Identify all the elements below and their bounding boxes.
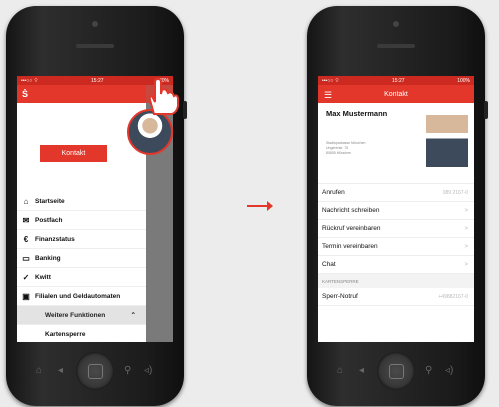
menu-item-label: Kwitt [35,273,51,281]
row-nachricht-schreiben[interactable]: Nachricht schreiben > [318,202,474,220]
chevron-right-icon: > [464,243,468,250]
row-rueckruf-vereinbaren[interactable]: Rückruf vereinbaren > [318,220,474,238]
row-anrufen[interactable]: Anrufen 089 2167-0 [318,184,474,202]
side-menu: Kontakt ⌂ Startseite ✉ Postfach € Finanzsta… [17,103,146,342]
page-title: Kontakt [384,90,408,98]
atm-icon: ▣ [22,291,30,301]
advisor-name: Max Mustermann [326,109,388,118]
device-nav-bar: ⌂ ◂ ⚲ ◃) [6,352,184,390]
chevron-right-icon: > [464,261,468,268]
sparkasse-logo-icon: Ṡ [22,89,29,99]
search-nav-icon: ⚲ [425,365,433,376]
kontakt-button[interactable]: Kontakt [40,145,107,162]
menu-list: ⌂ Startseite ✉ Postfach € Finanzstatus ▭ Ban… [17,192,146,342]
row-value: +49882167-0 [438,293,468,300]
chevron-up-icon: ⌃ [130,312,136,319]
volume-button [183,101,187,119]
carrier-text: •••○○ ⌔ [21,77,39,84]
menu-item-label: Kartensperre [45,330,86,338]
volume-nav-icon: ◃) [445,365,454,376]
chevron-right-icon: > [464,225,468,232]
row-label: Rückruf vereinbaren [322,225,381,232]
speaker-grille [76,44,114,48]
mail-icon: ✉ [22,215,30,225]
menu-item-kwitt[interactable]: ✓ Kwitt [17,268,146,287]
menu-item-label: Startseite [35,197,65,205]
menu-item-banking[interactable]: ▭ Banking [17,249,146,268]
app-header: ☰ Kontakt [318,85,474,103]
menu-item-weitere-funktionen[interactable]: Weitere Funktionen ⌃ [17,306,146,325]
row-label: Chat [322,261,336,268]
row-label: Nachricht schreiben [322,207,380,214]
camera-icon [92,21,98,27]
menu-item-label: Weitere Funktionen [45,311,106,319]
advisor-card: Max Mustermann Stadtsparkasse München Un… [318,103,474,184]
menu-item-finanzstatus[interactable]: € Finanzstatus [17,230,146,249]
arrow-right-icon [247,201,273,211]
speaker-grille [377,44,415,48]
menu-item-postfach[interactable]: ✉ Postfach [17,211,146,230]
menu-item-label: Finanzstatus [35,235,75,243]
right-screen: •••○○ ⌔ 15:27 100% ☰ Kontakt Max Musterm… [318,76,474,342]
menu-item-label: Banking [35,254,61,262]
row-sperr-notruf[interactable]: Sperr-Notruf +49882167-0 [318,288,474,306]
chevron-right-icon: > [464,207,468,214]
home-nav-icon: ⌂ [36,365,43,376]
menu-item-filialen[interactable]: ▣ Filialen und Geldautomaten [17,287,146,306]
menu-item-label: Postfach [35,216,63,224]
time-text: 15:27 [91,77,104,84]
phone-left: •••○○ ⌔ 15:27 100% Ṡ Kontakt ⌂ Startseite… [6,6,187,406]
volume-nav-icon: ◃) [144,365,153,376]
row-termin-vereinbaren[interactable]: Termin vereinbaren > [318,238,474,256]
advisor-photo [426,115,468,167]
volume-button [484,101,488,119]
home-button[interactable] [76,352,114,390]
address-line: 80805 München [326,151,352,155]
battery-text: 100% [457,77,470,84]
search-nav-icon: ⚲ [124,365,132,376]
home-button-square [88,364,103,379]
row-chat[interactable]: Chat > [318,256,474,274]
back-nav-icon: ◂ [58,365,64,376]
time-text: 15:27 [392,77,405,84]
section-header: KARTENSPERRE [318,274,474,288]
device-nav-bar: ⌂ ◂ ⚲ ◃) [307,352,485,390]
row-label: Sperr-Notruf [322,293,358,300]
menu-item-startseite[interactable]: ⌂ Startseite [17,192,146,211]
camera-icon [393,21,399,27]
back-nav-icon: ◂ [359,365,365,376]
check-icon: ✓ [22,272,30,282]
row-label: Anrufen [322,189,345,196]
row-label: Termin vereinbaren [322,243,378,250]
home-nav-icon: ⌂ [337,365,344,376]
home-icon: ⌂ [23,196,29,206]
carrier-text: •••○○ ⌔ [322,77,340,84]
advisor-address: Stadtsparkasse München Ungererstr. 75 80… [326,141,366,156]
euro-icon: € [23,234,29,244]
home-button-square [389,364,404,379]
hamburger-menu-icon[interactable]: ☰ [324,90,332,101]
row-value: 089 2167-0 [442,189,468,196]
menu-item-kartensperre[interactable]: Kartensperre [17,325,146,342]
home-button[interactable] [377,352,415,390]
tap-hand-icon [148,77,179,115]
bank-card-icon: ▭ [22,253,30,263]
menu-item-label: Filialen und Geldautomaten [35,292,121,300]
status-bar: •••○○ ⌔ 15:27 100% [318,76,474,85]
phone-right: •••○○ ⌔ 15:27 100% ☰ Kontakt Max Musterm… [307,6,488,406]
